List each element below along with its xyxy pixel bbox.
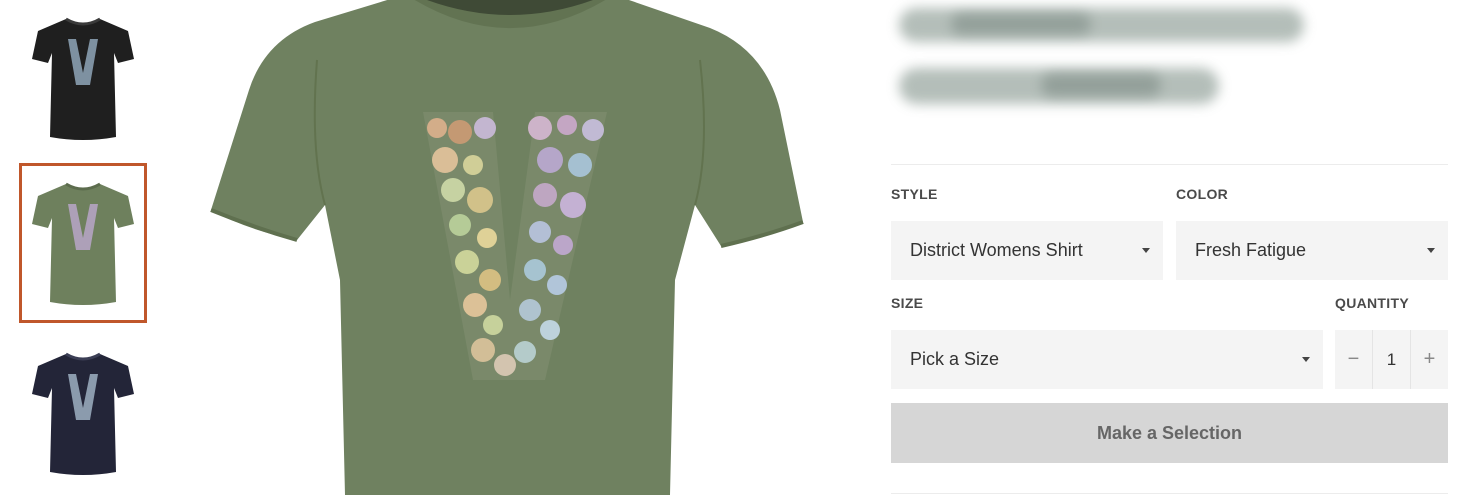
divider	[891, 164, 1448, 165]
chevron-down-icon	[1142, 248, 1150, 253]
divider	[891, 493, 1448, 494]
quantity-input[interactable]: 1	[1372, 330, 1411, 389]
main-product-image	[205, 0, 810, 495]
size-label: SIZE	[891, 295, 924, 311]
color-select-value: Fresh Fatigue	[1195, 240, 1307, 260]
quantity-label: QUANTITY	[1335, 295, 1409, 311]
color-label: COLOR	[1176, 186, 1229, 202]
quantity-increase-button[interactable]: +	[1411, 330, 1448, 389]
product-info: STYLE COLOR District Womens Shirt Fresh …	[891, 0, 1448, 495]
style-select[interactable]: District Womens Shirt	[891, 221, 1163, 280]
color-select[interactable]: Fresh Fatigue	[1176, 221, 1448, 280]
chevron-down-icon	[1302, 357, 1310, 362]
thumbnail-navy-shirt[interactable]	[19, 333, 147, 493]
shirt-image	[210, 0, 804, 495]
style-label: STYLE	[891, 186, 938, 202]
shirt-thumbnail-image	[32, 182, 134, 305]
shirt-thumbnail-image	[32, 352, 134, 475]
size-select-value: Pick a Size	[910, 349, 1000, 369]
thumbnail-black-shirt[interactable]	[19, 0, 147, 158]
size-select[interactable]: Pick a Size	[891, 330, 1323, 389]
product-title-redacted	[891, 0, 1321, 120]
chevron-down-icon	[1427, 248, 1435, 253]
quantity-stepper: − 1 +	[1335, 330, 1448, 389]
quantity-decrease-button[interactable]: −	[1335, 330, 1372, 389]
shirt-thumbnail-image	[32, 17, 134, 140]
style-select-value: District Womens Shirt	[910, 240, 1083, 260]
thumbnail-green-shirt[interactable]	[19, 163, 147, 323]
make-selection-button[interactable]: Make a Selection	[891, 403, 1448, 463]
